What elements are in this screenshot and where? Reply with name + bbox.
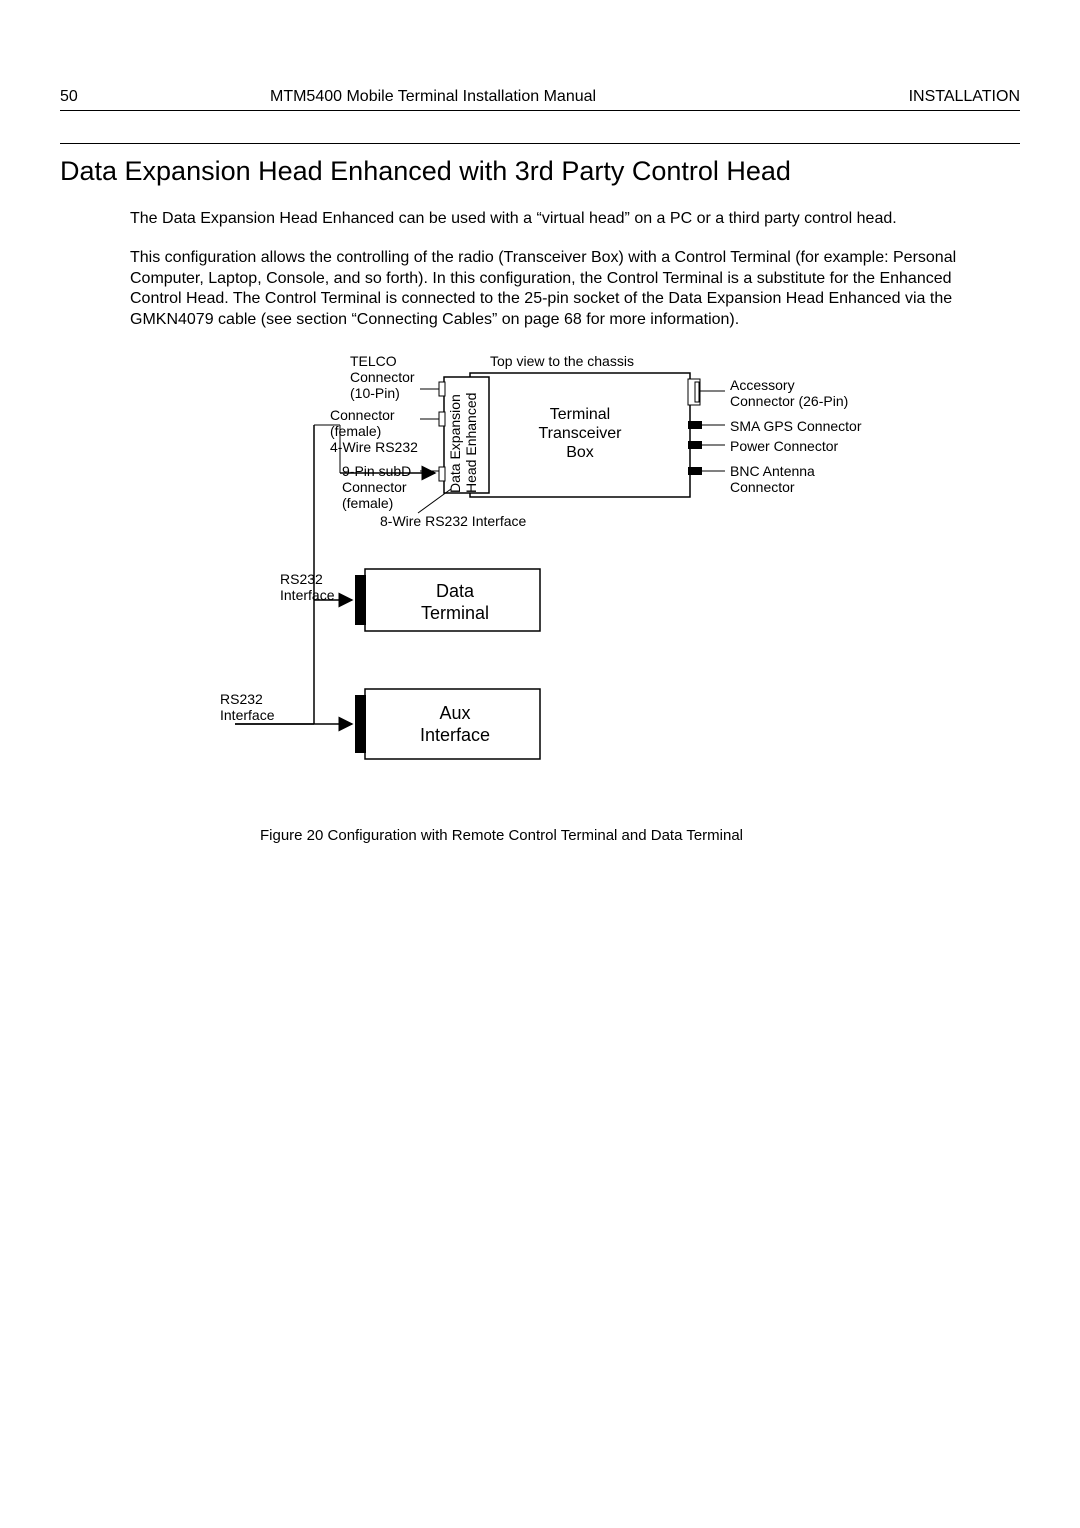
label-deh: Data ExpansionHead Enhanced <box>447 377 479 493</box>
body-text: The Data Expansion Head Enhanced can be … <box>130 209 1000 844</box>
label-8wire: 8-Wire RS232 Interface <box>380 513 526 529</box>
figure-caption: Figure 20 Configuration with Remote Cont… <box>260 827 1000 844</box>
label-top-view: Top view to the chassis <box>490 353 634 369</box>
label-aux: AuxInterface <box>400 703 510 746</box>
label-data-terminal: DataTerminal <box>400 581 510 624</box>
label-accessory: AccessoryConnector (26-Pin) <box>730 377 848 409</box>
label-rs232-b: RS232Interface <box>220 691 274 723</box>
page-title: Data Expansion Head Enhanced with 3rd Pa… <box>60 156 1020 187</box>
paragraph-1: The Data Expansion Head Enhanced can be … <box>130 209 1000 230</box>
section-name: INSTALLATION <box>909 88 1020 106</box>
doc-title: MTM5400 Mobile Terminal Installation Man… <box>270 88 909 106</box>
label-telco: TELCOConnector(10-Pin) <box>350 353 430 401</box>
label-power: Power Connector <box>730 438 838 454</box>
label-rs232-a: RS232Interface <box>280 571 334 603</box>
figure-diagram: Top view to the chassis TELCOConnector(1… <box>170 349 870 819</box>
label-bnc: BNC AntennaConnector <box>730 463 815 495</box>
label-sma: SMA GPS Connector <box>730 418 862 434</box>
label-subd9: 9-Pin subDConnector(female) <box>342 463 426 511</box>
label-conn-female: Connector(female)4-Wire RS232 <box>330 407 426 455</box>
divider <box>60 143 1020 144</box>
page-number: 50 <box>60 88 270 106</box>
paragraph-2: This configuration allows the controllin… <box>130 248 1000 331</box>
page-header: 50 MTM5400 Mobile Terminal Installation … <box>60 88 1020 111</box>
label-transceiver: TerminalTransceiverBox <box>520 405 640 463</box>
